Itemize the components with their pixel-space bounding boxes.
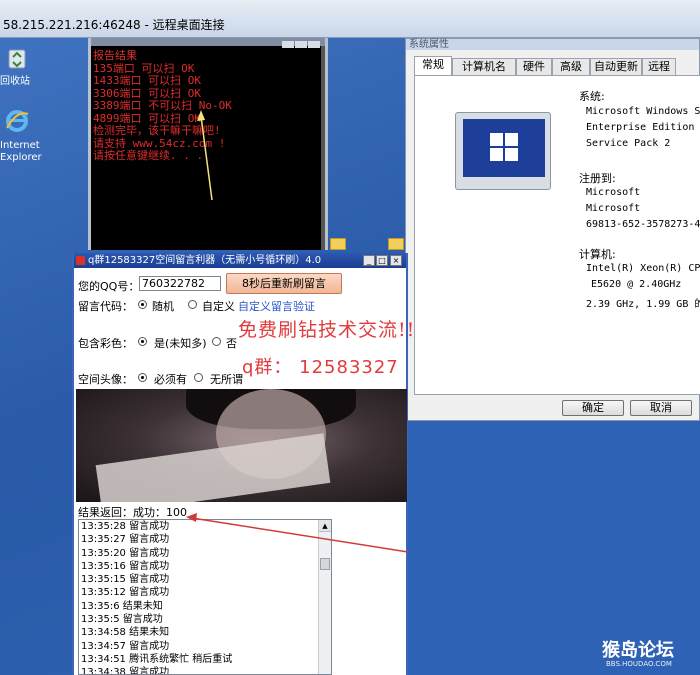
banner-photo <box>76 389 407 502</box>
color-yes-label: 是(未知多) <box>154 337 207 350</box>
cmd-scrollbar[interactable] <box>321 46 325 250</box>
folder-icon[interactable] <box>388 238 404 250</box>
maximize-button[interactable]: □ <box>376 255 388 266</box>
computer-label: 计算机: <box>579 248 616 261</box>
site-watermark: 猴岛论坛 <box>602 640 674 661</box>
color-no-radio[interactable] <box>212 337 221 346</box>
tab-remote[interactable]: 远程 <box>642 58 676 75</box>
rdp-title: 58.215.221.216:46248 - 远程桌面连接 <box>3 18 225 32</box>
close-button[interactable] <box>308 41 320 48</box>
tab-auto-update[interactable]: 自动更新 <box>590 58 642 75</box>
monitor-icon <box>455 112 551 190</box>
tab-general[interactable]: 常规 <box>414 56 452 76</box>
product-id: 69813-652-3578273-45101 <box>586 219 700 230</box>
code-custom-radio[interactable] <box>188 300 197 309</box>
result-log-list[interactable]: 13:35:28 留言成功 13:35:27 留言成功 13:35:20 留言成… <box>78 519 332 675</box>
cmd-line: 3389端口 不可以扫 No-OK <box>93 99 232 112</box>
minimize-button[interactable]: _ <box>363 255 375 266</box>
cpu-name: Intel(R) Xeon(R) CPU <box>586 263 700 274</box>
list-item: 13:34:51 腾讯系统繁忙 稍后重试 <box>81 653 233 665</box>
registered-label: 注册到: <box>579 172 616 185</box>
cmd-line: 检测完毕，该干嘛干嘛吧! <box>93 124 221 137</box>
scroll-thumb[interactable] <box>320 558 330 570</box>
cancel-button[interactable]: 取消 <box>630 400 692 416</box>
cmd-output: 报告结果 135端口 可以扫 OK 1433端口 可以扫 OK 3306端口 可… <box>91 46 325 167</box>
code-random-label: 随机 <box>152 300 174 313</box>
code-random-radio[interactable] <box>138 300 147 309</box>
close-button[interactable]: × <box>390 255 402 266</box>
cmd-line: 报告结果 <box>93 49 137 62</box>
qq-label: 您的QQ号： <box>78 280 140 293</box>
list-item: 13:35:12 留言成功 <box>81 587 170 599</box>
custom-verify-link[interactable]: 自定义留言验证 <box>238 298 315 314</box>
log-scrollbar[interactable]: ▲ <box>318 520 331 674</box>
result-summary: 结果返回：成功：100 <box>78 506 187 519</box>
rdp-title-bar: 58.215.221.216:46248 - 远程桌面连接 <box>0 0 700 38</box>
scroll-up-icon[interactable]: ▲ <box>319 520 331 532</box>
avatar-must-label: 必须有 <box>154 373 187 386</box>
avatar-any-label: 无所谓 <box>210 373 243 386</box>
desktop-icon-ie[interactable]: Internet Explorer <box>0 108 50 164</box>
sysprop-panel: 系统: Microsoft Windows Server Enterprise … <box>414 75 700 395</box>
desktop-icon-recycle-bin[interactable]: 回收站 <box>0 44 50 88</box>
system-label: 系统: <box>579 90 605 103</box>
avatar-any-radio[interactable] <box>194 373 203 382</box>
list-item: 13:35:28 留言成功 <box>81 521 170 532</box>
ie-icon <box>6 110 29 132</box>
list-item: 13:35:15 留言成功 <box>81 574 170 586</box>
qq-number-input[interactable]: 760322782 <box>139 276 221 291</box>
recycle-bin-icon <box>8 49 26 69</box>
list-item: 13:35:20 留言成功 <box>81 547 170 559</box>
tool-title-bar[interactable]: q群12583327空间留言利器（无需小号循环刷）4.0 <box>74 253 406 268</box>
code-label: 留言代码： <box>78 300 133 313</box>
ad-banner-line1: 免费刷钻技术交流!! <box>238 319 416 341</box>
registered-org: Microsoft <box>586 203 641 214</box>
tab-computer-name[interactable]: 计算机名 <box>452 58 516 75</box>
avatar-label: 空间头像： <box>78 373 133 386</box>
list-item: 13:35:16 留言成功 <box>81 560 170 572</box>
cmd-line: 1433端口 可以扫 OK <box>93 74 201 87</box>
cmd-line: 请按任意键继续. . . <box>93 149 204 162</box>
list-item: 13:35:27 留言成功 <box>81 534 170 546</box>
qq-tool-window[interactable]: q群12583327空间留言利器（无需小号循环刷）4.0 _ □ × 您的QQ号… <box>72 253 414 675</box>
sysprop-title: 系统属性 <box>406 39 699 50</box>
tab-hardware[interactable]: 硬件 <box>516 58 552 75</box>
system-properties-window[interactable]: 系统属性 常规 计算机名 硬件 高级 自动更新 远程 系统: Microsoft… <box>405 38 700 421</box>
code-custom-label: 自定义 <box>202 300 235 313</box>
os-service-pack: Service Pack 2 <box>586 138 671 149</box>
color-yes-radio[interactable] <box>138 337 147 346</box>
list-item: 13:35:5 留言成功 <box>81 614 163 626</box>
list-item: 13:34:58 结果未知 <box>81 627 170 639</box>
tool-title: q群12583327空间留言利器（无需小号循环刷）4.0 <box>88 255 322 266</box>
list-item: 13:35:6 结果未知 <box>81 600 163 612</box>
cpu-model: E5620 @ 2.40GHz <box>591 279 682 290</box>
desktop-icon-label: Internet Explorer <box>0 140 42 163</box>
cmd-window-buttons <box>281 38 323 48</box>
tab-advanced[interactable]: 高级 <box>552 58 590 75</box>
refresh-button[interactable]: 8秒后重新刷留言 <box>226 273 342 294</box>
cpu-memory: 2.39 GHz, 1.99 GB 的内存 <box>586 299 700 310</box>
os-edition: Enterprise Edition <box>586 122 695 133</box>
maximize-button[interactable] <box>295 41 307 48</box>
color-no-label: 否 <box>226 337 237 350</box>
site-watermark-url: BBS.HOUDAO.COM <box>606 660 672 668</box>
color-label: 包含彩色： <box>78 337 133 350</box>
list-item: 13:34:38 留言成功 <box>81 667 170 675</box>
avatar-must-radio[interactable] <box>138 373 147 382</box>
minimize-button[interactable] <box>282 41 294 48</box>
list-item: 13:34:57 留言成功 <box>81 640 170 652</box>
ok-button[interactable]: 确定 <box>562 400 624 416</box>
windows-logo-icon <box>490 133 520 163</box>
cmd-window[interactable]: 报告结果 135端口 可以扫 OK 1433端口 可以扫 OK 3306端口 可… <box>88 38 328 250</box>
app-icon <box>76 256 85 265</box>
os-name: Microsoft Windows Server <box>586 106 700 117</box>
folder-icon[interactable] <box>330 238 346 250</box>
desktop-icon-label: 回收站 <box>0 76 30 87</box>
registered-owner: Microsoft <box>586 187 641 198</box>
ad-banner-line2: q群： 12583327 <box>242 357 399 378</box>
